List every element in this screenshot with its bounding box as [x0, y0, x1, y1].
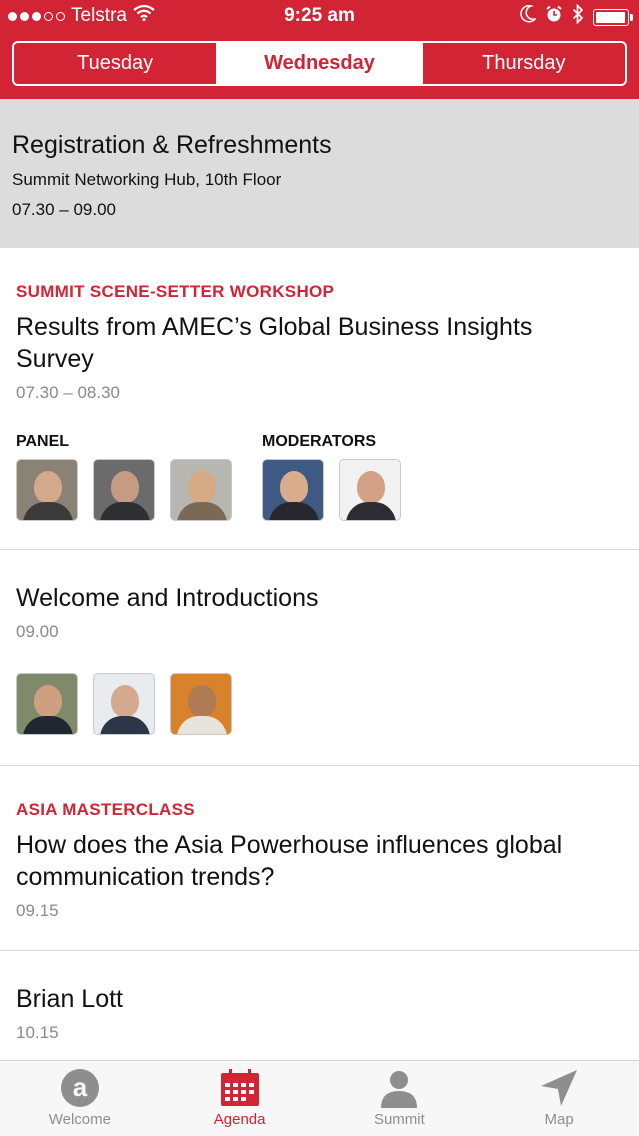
bluetooth-icon [572, 3, 584, 30]
tab-label: Summit [373, 1111, 425, 1128]
tab-wednesday[interactable]: Wednesday [218, 43, 423, 84]
avatar[interactable] [170, 459, 232, 521]
tab-label: Welcome [48, 1111, 111, 1128]
calendar-icon [218, 1067, 262, 1109]
day-selector: Tuesday Wednesday Thursday [12, 41, 627, 86]
svg-text:a: a [73, 1072, 88, 1102]
app-header: Telstra 9:25 am Tuesday Wednesday Thursd… [0, 0, 639, 99]
panel-group: PANEL [16, 433, 232, 521]
registration-banner[interactable]: Registration & Refreshments Summit Netwo… [0, 99, 639, 248]
session-title: Brian Lott [16, 985, 124, 1013]
avatar[interactable] [170, 673, 232, 735]
tab-tuesday[interactable]: Tuesday [14, 43, 219, 84]
avatar[interactable] [93, 459, 155, 521]
session-title: Results from AMEC’s Global Business Insi… [16, 313, 533, 373]
tab-agenda[interactable]: Agenda [160, 1061, 320, 1136]
avatar[interactable] [262, 459, 324, 521]
avatar[interactable] [16, 673, 78, 735]
tab-thursday[interactable]: Thursday [423, 43, 625, 84]
tab-label: Map [544, 1111, 574, 1128]
session-card[interactable]: Welcome and Introductions 09.00 [0, 550, 639, 766]
session-time: 09.00 [16, 622, 59, 641]
status-bar: Telstra 9:25 am [0, 0, 639, 34]
banner-time: 07.30 – 09.00 [12, 200, 116, 219]
avatar[interactable] [339, 459, 401, 521]
session-time: 09.15 [16, 901, 59, 920]
tab-summit[interactable]: Summit [320, 1061, 480, 1136]
panel-label: PANEL [16, 433, 70, 450]
moderators-label: MODERATORS [262, 433, 377, 450]
status-right [520, 3, 633, 30]
alarm-icon [545, 5, 563, 29]
bottom-tab-bar: a Welcome Agenda Summit Map [0, 1060, 639, 1136]
battery-icon [593, 8, 633, 26]
session-card[interactable]: SUMMIT SCENE-SETTER WORKSHOP Results fro… [0, 248, 639, 550]
session-card[interactable]: Brian Lott 10.15 [0, 951, 639, 1060]
location-arrow-icon [537, 1067, 581, 1109]
avatar[interactable] [93, 673, 155, 735]
avatar[interactable] [16, 459, 78, 521]
speaker-avatars [16, 673, 639, 735]
session-category: ASIA MASTERCLASS [16, 800, 195, 819]
session-title: Welcome and Introductions [16, 584, 319, 612]
session-time: 07.30 – 08.30 [16, 383, 120, 402]
banner-location: Summit Networking Hub, 10th Floor [12, 170, 282, 189]
people-groups: PANEL MODERATORS [16, 433, 639, 521]
welcome-a-icon: a [58, 1067, 102, 1109]
session-card[interactable]: ASIA MASTERCLASS How does the Asia Power… [0, 766, 639, 951]
tab-map[interactable]: Map [479, 1061, 639, 1136]
tab-welcome[interactable]: a Welcome [0, 1061, 160, 1136]
banner-title: Registration & Refreshments [12, 131, 332, 159]
person-icon [377, 1067, 421, 1109]
tab-label: Agenda [213, 1111, 266, 1128]
moderators-group: MODERATORS [262, 433, 401, 521]
session-category: SUMMIT SCENE-SETTER WORKSHOP [16, 282, 335, 301]
session-title: How does the Asia Powerhouse influences … [16, 831, 563, 891]
session-time: 10.15 [16, 1023, 59, 1042]
moon-icon [520, 4, 538, 29]
